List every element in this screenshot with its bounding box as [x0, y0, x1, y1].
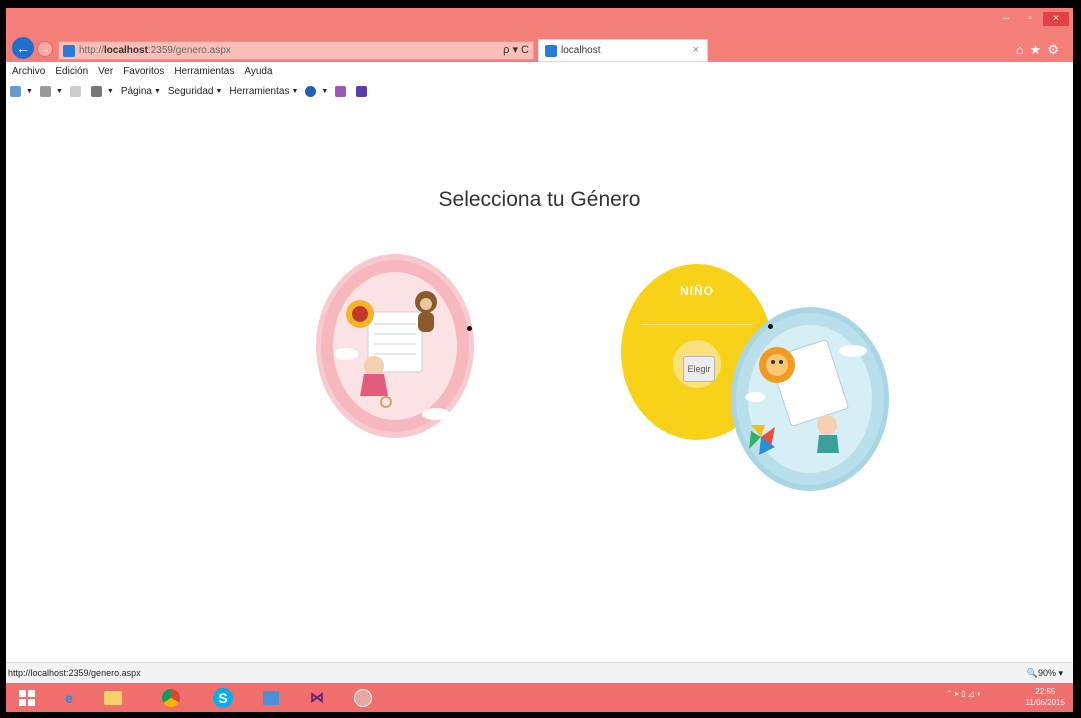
start-button[interactable] [10, 685, 44, 710]
minimize-button[interactable]: – [995, 12, 1017, 26]
card-pin-icon [768, 324, 773, 329]
system-tray-icons[interactable]: ⌃ ▸ ▯ ◿ ◖ [946, 689, 981, 698]
menu-bar: Archivo Edición Ver Favoritos Herramient… [6, 62, 1073, 80]
app-icon [263, 690, 279, 705]
print-button[interactable]: ▼ [90, 85, 114, 97]
security-menu[interactable]: Seguridad ▼ [168, 86, 223, 97]
home-button[interactable]: ▼ [10, 85, 33, 97]
title-bar: – ▫ × ← → http://localhost:2359/genero.a… [6, 8, 1073, 62]
taskbar: e S ⋈ ⌃ ▸ ▯ ◿ ◖ 22:55 11/06/2015 [6, 683, 1073, 712]
boy-illustration [736, 313, 884, 485]
feeds-icon [39, 85, 51, 97]
page-menu[interactable]: Página ▼ [121, 86, 161, 97]
card-pin-icon [467, 326, 472, 331]
print-icon [90, 85, 102, 97]
help-button[interactable]: ▼ [305, 85, 328, 97]
status-url: http://localhost:2359/genero.aspx [8, 668, 141, 678]
menu-ayuda[interactable]: Ayuda [244, 66, 272, 77]
girl-illustration [321, 260, 469, 432]
clock-date: 11/06/2015 [1025, 698, 1065, 707]
file-explorer-icon [104, 690, 122, 705]
help-icon [305, 85, 317, 97]
window-controls: – ▫ × [995, 12, 1069, 26]
taskbar-chrome[interactable] [154, 685, 188, 710]
extra-icon-2[interactable] [356, 85, 370, 97]
maximize-button[interactable]: ▫ [1019, 12, 1041, 26]
menu-ver[interactable]: Ver [98, 66, 113, 77]
girl-option-card[interactable] [316, 254, 474, 438]
card-divider [641, 324, 753, 325]
close-window-button[interactable]: × [1043, 12, 1069, 26]
taskbar-paint[interactable] [346, 685, 380, 710]
skype-icon: S [213, 687, 233, 708]
browser-window: – ▫ × ← → http://localhost:2359/genero.a… [6, 8, 1073, 712]
taskbar-skype[interactable]: S [206, 685, 240, 710]
zoom-control[interactable]: 🔍90% ▾ [1027, 668, 1063, 679]
taskbar-app[interactable] [254, 685, 288, 710]
tab-favicon-icon [545, 44, 557, 57]
boy-illustration-card[interactable] [731, 307, 889, 491]
boy-card-title: NIÑO [680, 284, 714, 298]
search-refresh-icons[interactable]: ρ ▾ C [503, 43, 529, 56]
home-icon [10, 85, 21, 97]
feeds-button[interactable]: ▼ [39, 85, 63, 97]
menu-favoritos[interactable]: Favoritos [123, 66, 164, 77]
forward-button[interactable]: → [37, 41, 53, 57]
clock[interactable]: 22:55 11/06/2015 [1026, 686, 1065, 708]
addon-icon [335, 85, 347, 97]
taskbar-ie[interactable]: e [52, 685, 86, 710]
status-bar: http://localhost:2359/genero.aspx 🔍90% ▾ [6, 662, 1073, 684]
internet-explorer-icon: e [65, 689, 73, 706]
ie-page-icon [63, 44, 75, 57]
extra-icon-1[interactable] [335, 85, 349, 97]
paint-icon [354, 688, 372, 707]
tab-title: localhost [561, 45, 601, 56]
page-content: Selecciona tu Género NIÑO Elegir [6, 102, 1073, 662]
back-button[interactable]: ← [12, 37, 34, 59]
tools-menu[interactable]: Herramientas ▼ [229, 86, 298, 97]
chrome-icon [162, 688, 180, 707]
tab-localhost[interactable]: localhost × [538, 39, 708, 62]
mail-icon [69, 85, 81, 97]
visual-studio-icon: ⋈ [310, 689, 324, 705]
tab-close-icon[interactable]: × [693, 44, 699, 56]
home-favorites-settings-icons[interactable]: ⌂★⚙ [1016, 42, 1065, 58]
menu-edicion[interactable]: Edición [55, 66, 88, 77]
url-text: http://localhost:2359/genero.aspx [79, 45, 231, 56]
menu-archivo[interactable]: Archivo [12, 66, 45, 77]
mail-button[interactable] [69, 85, 84, 97]
menu-herramientas[interactable]: Herramientas [174, 66, 234, 77]
page-title: Selecciona tu Género [438, 188, 641, 211]
taskbar-explorer[interactable] [96, 685, 130, 710]
choose-button[interactable]: Elegir [683, 356, 715, 382]
command-bar: ▼ ▼ ▼ Página ▼ Seguridad ▼ Herramientas ▼ ▼ [6, 80, 1073, 102]
windows-logo-icon [19, 689, 35, 706]
clock-time: 22:55 [1035, 687, 1056, 696]
research-icon [356, 85, 368, 97]
taskbar-visual-studio[interactable]: ⋈ [300, 685, 334, 710]
address-bar[interactable]: http://localhost:2359/genero.aspx ρ ▾ C [58, 41, 534, 60]
